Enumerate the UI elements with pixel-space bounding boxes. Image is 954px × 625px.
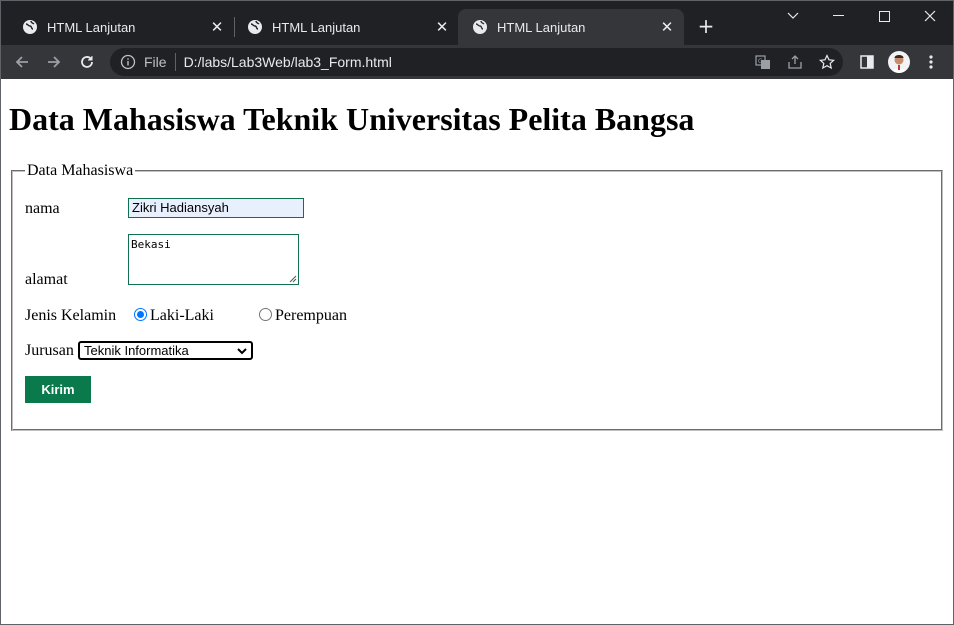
nama-input[interactable]: Zikri Hadiansyah [128,198,304,218]
tab-2[interactable]: HTML Lanjutan ✕ [233,9,459,45]
translate-icon[interactable]: G [747,48,779,76]
tab-title: HTML Lanjutan [272,19,361,35]
side-panel-icon[interactable] [854,49,880,75]
bookmark-star-icon[interactable] [811,48,843,76]
back-arrow-icon[interactable] [9,49,35,75]
svg-text:G: G [758,58,763,65]
tab-3-active[interactable]: HTML Lanjutan ✕ [458,9,684,45]
address-bar[interactable]: File D:/labs/Lab3Web/lab3_Form.html G [110,48,843,76]
maximize-icon[interactable] [861,0,907,32]
plus-icon[interactable]: + [694,14,718,38]
globe-icon [23,20,37,34]
url-text[interactable]: D:/labs/Lab3Web/lab3_Form.html [184,54,392,70]
close-window-icon[interactable] [907,0,953,32]
radio-laki-laki[interactable] [134,308,147,321]
alamat-text: Bekasi [131,238,171,251]
jurusan-label: Jurusan [25,342,74,359]
fieldset-legend: Data Mahasiswa [27,162,134,179]
globe-icon [248,20,262,34]
radio-perempuan[interactable] [259,308,272,321]
address-divider [174,53,176,71]
avatar[interactable] [886,49,912,75]
tab-strip: HTML Lanjutan ✕ HTML Lanjutan ✕ HTML Lan… [0,0,954,45]
forward-arrow-icon[interactable] [41,49,67,75]
close-icon[interactable]: ✕ [432,17,452,37]
browser-toolbar: File D:/labs/Lab3Web/lab3_Form.html G [0,45,954,79]
scheme-label: File [144,54,167,70]
tab-1[interactable]: HTML Lanjutan ✕ [8,9,234,45]
jenis-kelamin-label: Jenis Kelamin [25,307,117,324]
resize-grip-icon[interactable] [289,275,297,283]
radio-laki-laki-label: Laki-Laki [150,307,214,324]
kirim-button[interactable]: Kirim [25,376,91,403]
alamat-label: alamat [25,271,68,288]
page-content: Data Mahasiswa Teknik Universitas Pelita… [0,79,954,625]
chevron-down-icon [237,348,247,355]
alamat-textarea[interactable]: Bekasi [128,234,299,285]
close-icon[interactable]: ✕ [207,17,227,37]
share-icon[interactable] [779,48,811,76]
reload-icon[interactable] [74,49,100,75]
minimize-icon[interactable] [816,0,862,32]
jurusan-select[interactable]: Teknik Informatika [78,341,253,360]
info-icon[interactable] [120,54,136,70]
tab-title: HTML Lanjutan [497,19,586,35]
page-title: Data Mahasiswa Teknik Universitas Pelita… [9,101,695,137]
kebab-menu-icon[interactable] [918,49,944,75]
radio-perempuan-label: Perempuan [275,307,347,324]
close-icon[interactable]: ✕ [657,17,677,37]
nama-label: nama [25,200,60,217]
chevron-down-icon[interactable] [770,0,816,32]
tab-title: HTML Lanjutan [47,19,136,35]
jurusan-selected-value: Teknik Informatika [84,343,189,358]
globe-icon [473,20,487,34]
